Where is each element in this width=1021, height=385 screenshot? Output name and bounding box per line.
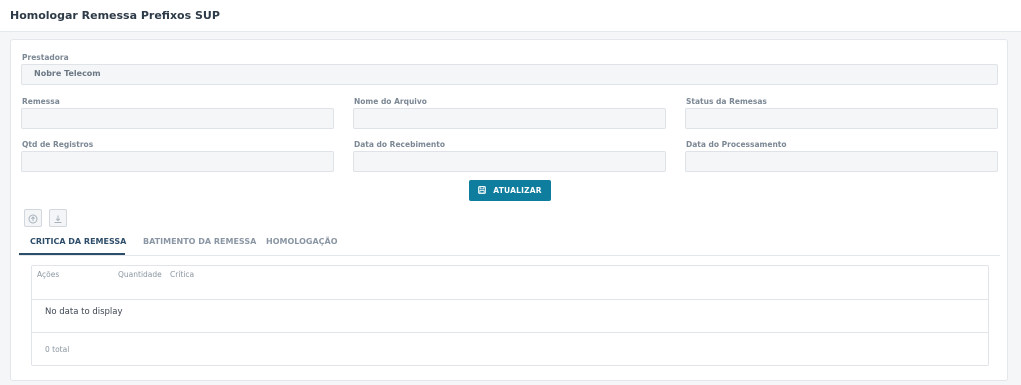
upload-icon: [28, 209, 38, 228]
grid-divider: [32, 299, 988, 300]
status-remessas-field[interactable]: [685, 108, 998, 129]
download-button[interactable]: [49, 209, 67, 227]
atualizar-label: ATUALIZAR: [493, 186, 542, 195]
empty-message: No data to display: [45, 307, 123, 317]
column-header-acoes[interactable]: Ações: [37, 270, 59, 279]
tab-homologacao[interactable]: HOMOLOGAÇÃO: [266, 237, 338, 246]
page-title: Homologar Remessa Prefixos SUP: [10, 9, 220, 22]
page-header: Homologar Remessa Prefixos SUP: [0, 0, 1021, 32]
critica-grid: Ações Quantidade Crítica No data to disp…: [31, 265, 989, 366]
remessa-field[interactable]: [21, 108, 334, 129]
prestadora-label: Prestadora: [22, 53, 69, 62]
prestadora-field[interactable]: Nobre Telecom: [21, 64, 998, 85]
grid-total: 0 total: [45, 345, 70, 354]
data-recebimento-field[interactable]: [353, 151, 666, 172]
save-icon: [478, 185, 487, 196]
column-header-quantidade[interactable]: Quantidade: [118, 270, 162, 279]
data-processamento-label: Data do Processamento: [686, 140, 787, 149]
download-icon: [53, 209, 63, 228]
remessa-label: Remessa: [22, 97, 60, 106]
qtd-registros-field[interactable]: [21, 151, 334, 172]
remessa-card: Prestadora Nobre Telecom Remessa Nome do…: [10, 39, 1008, 381]
nome-arquivo-field[interactable]: [353, 108, 666, 129]
data-processamento-field[interactable]: [685, 151, 998, 172]
data-recebimento-label: Data do Recebimento: [354, 140, 445, 149]
atualizar-button[interactable]: ATUALIZAR: [469, 180, 551, 201]
active-tab-indicator: [19, 253, 125, 255]
upload-button[interactable]: [24, 209, 42, 227]
grid-divider: [32, 332, 988, 333]
status-remessas-label: Status da Remesas: [686, 97, 767, 106]
tab-bar: CRITICA DA REMESSA BATIMENTO DA REMESSA …: [19, 233, 1000, 256]
nome-arquivo-label: Nome do Arquivo: [354, 97, 427, 106]
tab-critica-da-remessa[interactable]: CRITICA DA REMESSA: [30, 237, 126, 246]
tab-batimento-da-remessa[interactable]: BATIMENTO DA REMESSA: [143, 237, 256, 246]
qtd-registros-label: Qtd de Registros: [22, 140, 94, 149]
column-header-critica[interactable]: Crítica: [170, 270, 194, 279]
